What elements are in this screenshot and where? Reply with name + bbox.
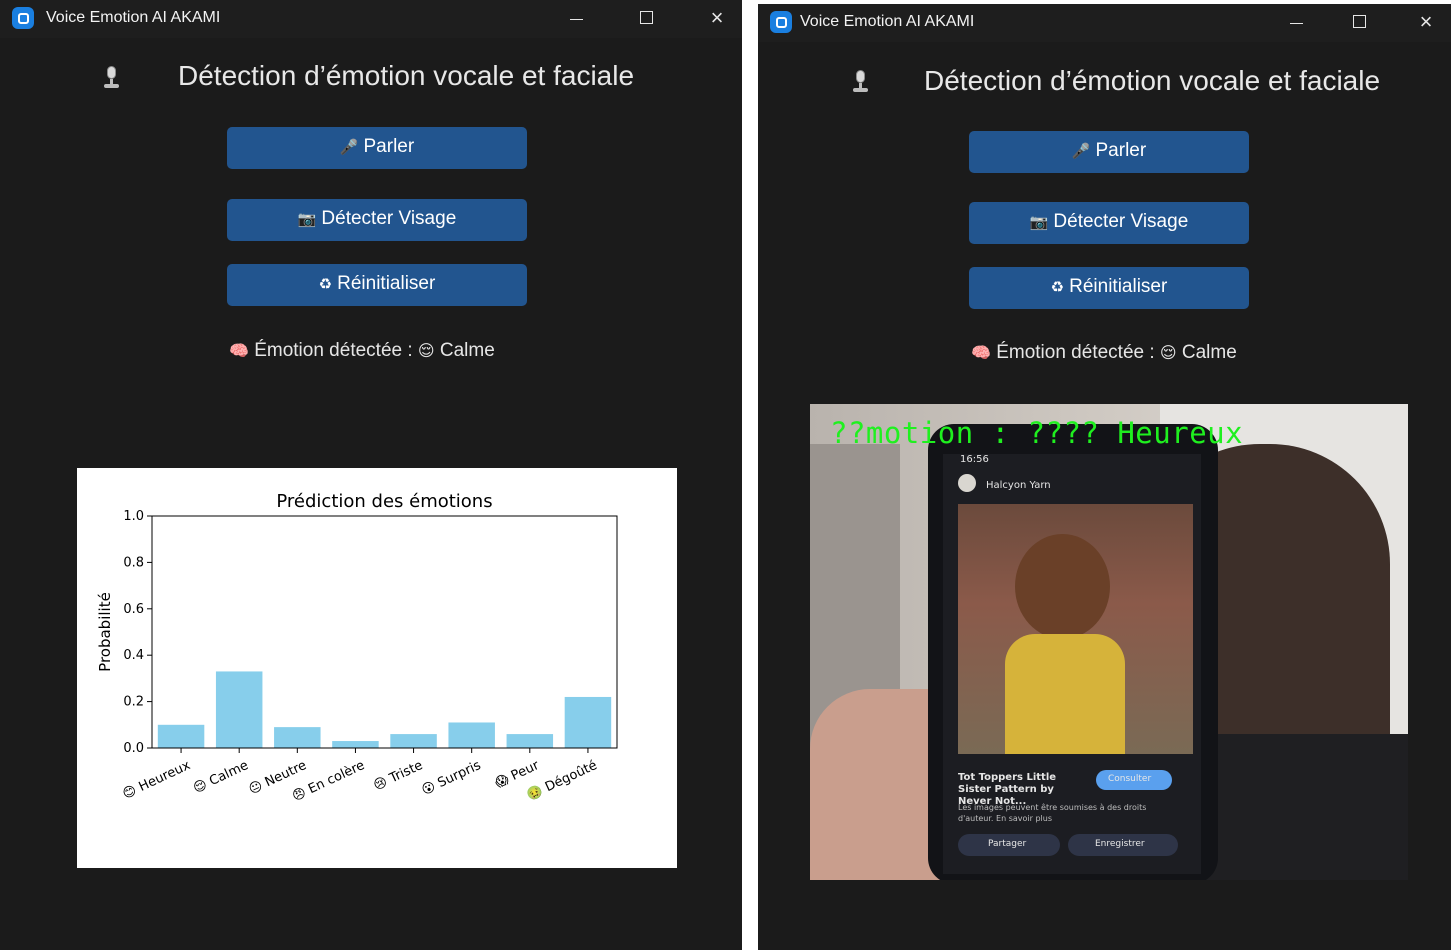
microphone-icon: 🎤 <box>339 139 359 156</box>
phone-save-button: Enregistrer <box>1095 839 1145 849</box>
emotion-result-value: Calme <box>439 340 495 361</box>
y-tick-label: 0.8 <box>123 555 144 570</box>
reset-button-label: Réinitialiser <box>1069 276 1168 297</box>
chart-bar <box>157 724 205 748</box>
camera-icon: 📷 <box>297 211 317 228</box>
x-tick-label: 😮 Surpris <box>419 758 483 799</box>
camera-emotion-overlay: ??motion : ???? Heureux <box>830 416 1244 450</box>
camera-feed: 16:56 Halcyon Yarn Tot Toppers Little Si… <box>810 404 1408 880</box>
relieved-face-icon: 😌 <box>1159 345 1177 362</box>
detect-face-button[interactable]: 📷 Détecter Visage <box>227 199 527 241</box>
emotion-prediction-chart: Prédiction des émotions 0.0 0.2 0.4 0.6 0.8 1.… <box>77 468 677 868</box>
photo-face <box>1015 534 1110 639</box>
app-icon <box>770 11 792 33</box>
page-title: Détection d’émotion vocale et faciale <box>178 60 635 91</box>
title-bar[interactable]: Voice Emotion AI AKAMI × <box>0 0 742 38</box>
y-axis-label: Probabilité <box>96 592 114 672</box>
brain-icon: 🧠 <box>229 343 249 360</box>
speak-button[interactable]: 🎤 Parler <box>227 127 527 169</box>
maximize-button[interactable] <box>631 5 661 31</box>
speak-button-label: Parler <box>363 136 415 157</box>
y-tick-label: 1.0 <box>123 509 144 524</box>
reset-button-label: Réinitialiser <box>337 273 436 294</box>
phone-share-button: Partager <box>988 839 1027 849</box>
y-tick-label: 0.6 <box>123 602 144 617</box>
chart-svg: Prédiction des émotions 0.0 0.2 0.4 0.6 0.8 1.… <box>96 491 618 805</box>
brain-icon: 🧠 <box>971 345 991 362</box>
y-tick-label: 0.2 <box>123 695 144 710</box>
emotion-result-label: Émotion détectée : <box>996 342 1155 363</box>
emotion-result: 🧠 Émotion détectée : 😌 Calme <box>229 340 495 362</box>
detect-face-button-label: Détecter Visage <box>1053 211 1189 232</box>
relieved-face-icon: 😌 <box>417 343 435 360</box>
speak-button-label: Parler <box>1095 140 1147 161</box>
chart-bar <box>506 734 554 748</box>
phone-consult-button: Consulter <box>1108 774 1152 784</box>
window-title: Voice Emotion AI AKAMI <box>800 13 975 30</box>
app-icon <box>12 7 34 29</box>
detect-face-button-label: Détecter Visage <box>321 208 457 229</box>
chart-bar <box>274 727 321 748</box>
microphone-icon: 🎤 <box>1071 143 1091 160</box>
voice-emotion-window-right: Voice Emotion AI AKAMI × Détection d’émo… <box>758 4 1451 950</box>
microphone-icon <box>853 70 868 92</box>
phone-time: 16:56 <box>960 454 989 465</box>
phone-avatar <box>958 474 976 492</box>
chart-bar <box>390 734 437 748</box>
phone-app-name: Halcyon Yarn <box>986 480 1051 491</box>
page-title: Détection d’émotion vocale et faciale <box>924 65 1381 96</box>
minimize-button[interactable] <box>561 5 591 31</box>
photo-sweater <box>1005 634 1125 754</box>
phone-disclaimer: Les images peuvent être soumises à des d… <box>958 803 1147 823</box>
detect-face-button[interactable]: 📷 Détecter Visage <box>969 202 1249 244</box>
y-tick-label: 0.0 <box>123 741 144 756</box>
camera-icon: 📷 <box>1029 214 1049 231</box>
chart-title: Prédiction des émotions <box>276 491 492 512</box>
emotion-result: 🧠 Émotion détectée : 😌 Calme <box>971 342 1237 364</box>
microphone-icon <box>104 66 119 88</box>
x-tick-label: 😢 Triste <box>371 758 425 794</box>
chart-bar <box>564 696 612 748</box>
recycle-icon: ♻ <box>1050 279 1065 296</box>
close-button[interactable]: × <box>702 5 732 31</box>
speak-button[interactable]: 🎤 Parler <box>969 131 1249 173</box>
maximize-button[interactable] <box>1344 9 1374 35</box>
emotion-result-value: Calme <box>1181 342 1237 363</box>
emotion-result-label: Émotion détectée : <box>254 340 413 361</box>
x-tick-label: 😌 Calme <box>191 758 251 797</box>
recycle-icon: ♻ <box>318 276 333 293</box>
reset-button[interactable]: ♻ Réinitialiser <box>227 264 527 306</box>
shirt <box>1200 734 1408 880</box>
minimize-button[interactable] <box>1281 9 1311 35</box>
chart-bar <box>332 741 379 748</box>
reset-button[interactable]: ♻ Réinitialiser <box>969 267 1249 309</box>
close-button[interactable]: × <box>1411 9 1441 35</box>
chart-bar <box>215 671 263 748</box>
window-title: Voice Emotion AI AKAMI <box>46 9 221 26</box>
chart-bar <box>448 722 495 748</box>
y-tick-label: 0.4 <box>123 648 144 663</box>
voice-emotion-window-left: Voice Emotion AI AKAMI × Détection d’émo… <box>0 0 742 950</box>
x-tick-label: 😊 Heureux <box>121 758 193 802</box>
title-bar[interactable]: Voice Emotion AI AKAMI × <box>758 4 1451 42</box>
